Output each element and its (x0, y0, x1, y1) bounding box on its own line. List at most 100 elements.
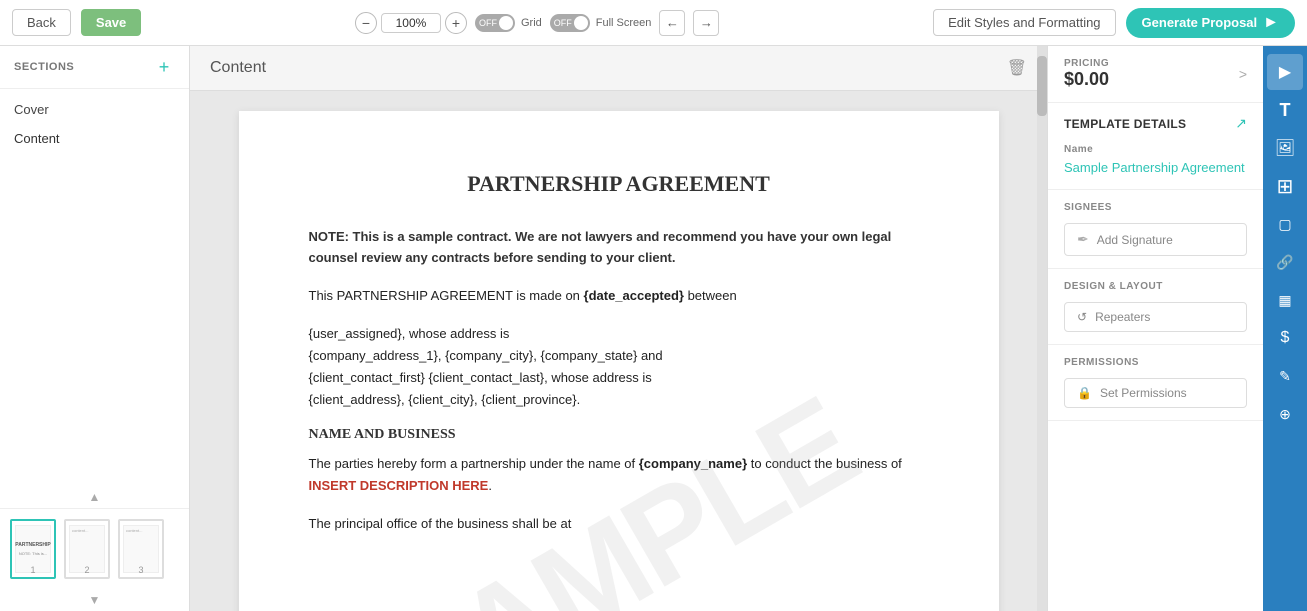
doc-heading-2: NAME AND BUSINESS (309, 427, 929, 443)
sections-title: SECTIONS (14, 61, 74, 73)
paragraph1-text: This PARTNERSHIP AGREEMENT is made on (309, 288, 584, 303)
permissions-label: PERMISSIONS (1064, 357, 1247, 368)
add-signature-label: Add Signature (1097, 233, 1173, 247)
scrollbar-thumb (1037, 56, 1047, 116)
back-button[interactable]: Back (12, 9, 71, 36)
right-panel-main: PRICING $0.00 > TEMPLATE DETAILS ↗ Name … (1048, 46, 1263, 611)
doc-heading: PARTNERSHIP AGREEMENT (309, 171, 929, 197)
toolbar-right: Edit Styles and Formatting Generate Prop… (933, 8, 1295, 38)
repeat-icon: ↺ (1077, 310, 1087, 324)
center-scrollbar[interactable] (1037, 46, 1047, 611)
template-details-title: TEMPLATE DETAILS (1064, 117, 1186, 131)
company-name-var: {company_name} (639, 456, 747, 471)
signees-section: SIGNEES ✒ Add Signature (1048, 190, 1263, 269)
link-icon[interactable]: 🔗 (1267, 244, 1303, 280)
scroll-up[interactable]: ▲ (0, 486, 189, 508)
right-sidebar: PRICING $0.00 > TEMPLATE DETAILS ↗ Name … (1047, 46, 1307, 611)
content-header: Content 🗑 (190, 46, 1047, 91)
center-area[interactable]: Content 🗑 SAMPLE PARTNERSHIP AGREEMENT N… (190, 46, 1047, 611)
toolbar: Back Save − 100% + OFF Grid OFF Full Scr… (0, 0, 1307, 46)
pricing-chevron-icon: > (1239, 66, 1247, 82)
toolbar-center: − 100% + OFF Grid OFF Full Screen ← → (151, 10, 923, 36)
sections-header: SECTIONS + (0, 46, 189, 89)
fullscreen-toggle-group: OFF Full Screen (550, 14, 652, 32)
repeaters-button[interactable]: ↺ Repeaters (1064, 302, 1247, 332)
dollar-icon[interactable]: $ (1267, 320, 1303, 356)
repeaters-label: Repeaters (1095, 310, 1150, 324)
p3-prefix: The parties hereby form a partnership un… (309, 456, 639, 471)
pencil-icon[interactable]: ✎ (1267, 358, 1303, 394)
set-permissions-label: Set Permissions (1100, 386, 1187, 400)
page-thumb-1[interactable]: PARTNERSHIP NOTE: This is... 1 (10, 519, 56, 579)
generate-label: Generate Proposal (1142, 15, 1258, 30)
template-details-section: TEMPLATE DETAILS ↗ Name Sample Partnersh… (1048, 103, 1263, 190)
arrow-icon[interactable]: ▶ (1267, 54, 1303, 90)
scroll-down[interactable]: ▼ (0, 589, 189, 611)
add-section-button[interactable]: + (153, 56, 175, 78)
left-sidebar: SECTIONS + Cover Content ▲ PARTNERSHIP N… (0, 46, 190, 611)
doc-paragraph-2: {user_assigned}, whose address is {compa… (309, 323, 929, 411)
zoom-control: − 100% + (355, 12, 467, 34)
zoom-in-button[interactable]: + (445, 12, 467, 34)
resize-icon[interactable]: ⊕ (1267, 396, 1303, 432)
doc-page: SAMPLE PARTNERSHIP AGREEMENT NOTE: This … (239, 111, 999, 611)
generate-proposal-button[interactable]: Generate Proposal ► (1126, 8, 1295, 38)
add-signature-button[interactable]: ✒ Add Signature (1064, 223, 1247, 256)
design-layout-section: DESIGN & LAYOUT ↺ Repeaters (1048, 269, 1263, 345)
shape-icon[interactable]: ▢ (1267, 206, 1303, 242)
generate-arrow-icon: ► (1263, 14, 1279, 32)
doc-paragraph-4: The principal office of the business sha… (309, 513, 929, 535)
section-list: Cover Content (0, 89, 189, 486)
grid-toggle[interactable]: OFF (475, 14, 515, 32)
permissions-section: PERMISSIONS 🔒 Set Permissions (1048, 345, 1263, 421)
grid-toggle-group: OFF Grid (475, 14, 542, 32)
save-button[interactable]: Save (81, 9, 141, 36)
thumb-num-3: 3 (138, 565, 143, 575)
insert-description-link[interactable]: INSERT DESCRIPTION HERE (309, 478, 489, 493)
signature-icon: ✒ (1077, 231, 1089, 248)
page-thumb-2[interactable]: content... 2 (64, 519, 110, 579)
text-icon[interactable]: T (1267, 92, 1303, 128)
zoom-value[interactable]: 100% (381, 13, 441, 33)
thumb-num-1: 1 (30, 565, 35, 575)
content-section-title: Content (210, 59, 266, 77)
zoom-out-button[interactable]: − (355, 12, 377, 34)
fullscreen-toggle-label: OFF (550, 18, 572, 28)
pricing-label: PRICING (1064, 58, 1109, 69)
external-link-icon[interactable]: ↗ (1235, 115, 1247, 132)
page-thumbnails: PARTNERSHIP NOTE: This is... 1 content..… (0, 508, 189, 589)
right-icon-panel: ▶ T 🖼 ⊞ ▢ 🔗 ▦ $ ✎ ⊕ (1263, 46, 1307, 611)
page-thumb-3[interactable]: content... 3 (118, 519, 164, 579)
fullscreen-toggle[interactable]: OFF (550, 14, 590, 32)
main-layout: SECTIONS + Cover Content ▲ PARTNERSHIP N… (0, 46, 1307, 611)
sidebar-item-content[interactable]: Content (0, 124, 189, 153)
paragraph1-suffix: between (684, 288, 737, 303)
fullscreen-label: Full Screen (596, 17, 652, 29)
lock-icon: 🔒 (1077, 386, 1092, 400)
delete-section-button[interactable]: 🗑 (1007, 58, 1027, 78)
design-layout-label: DESIGN & LAYOUT (1064, 281, 1247, 292)
thumb-num-2: 2 (84, 565, 89, 575)
pricing-info: PRICING $0.00 (1064, 58, 1109, 90)
nav-next-button[interactable]: → (693, 10, 719, 36)
date-var: {date_accepted} (584, 288, 684, 303)
nav-prev-button[interactable]: ← (659, 10, 685, 36)
grid-label: Grid (521, 17, 542, 29)
grid-toggle-knob (499, 16, 513, 30)
signees-label: SIGNEES (1064, 202, 1247, 213)
p3-period: . (488, 478, 492, 493)
image-icon[interactable]: 🖼 (1267, 130, 1303, 166)
name-field-label: Name (1064, 144, 1247, 155)
grid-toggle-label: OFF (475, 18, 497, 28)
doc-paragraph-1: This PARTNERSHIP AGREEMENT is made on {d… (309, 285, 929, 307)
sidebar-item-cover[interactable]: Cover (0, 95, 189, 124)
pricing-value: $0.00 (1064, 69, 1109, 90)
plus-box-icon[interactable]: ⊞ (1267, 168, 1303, 204)
name-field-value: Sample Partnership Agreement (1064, 159, 1247, 177)
set-permissions-button[interactable]: 🔒 Set Permissions (1064, 378, 1247, 408)
edit-styles-button[interactable]: Edit Styles and Formatting (933, 9, 1115, 36)
grid-icon[interactable]: ▦ (1267, 282, 1303, 318)
doc-area: SAMPLE PARTNERSHIP AGREEMENT NOTE: This … (190, 91, 1047, 611)
pricing-section[interactable]: PRICING $0.00 > (1048, 46, 1263, 103)
template-details-header: TEMPLATE DETAILS ↗ (1064, 115, 1247, 132)
